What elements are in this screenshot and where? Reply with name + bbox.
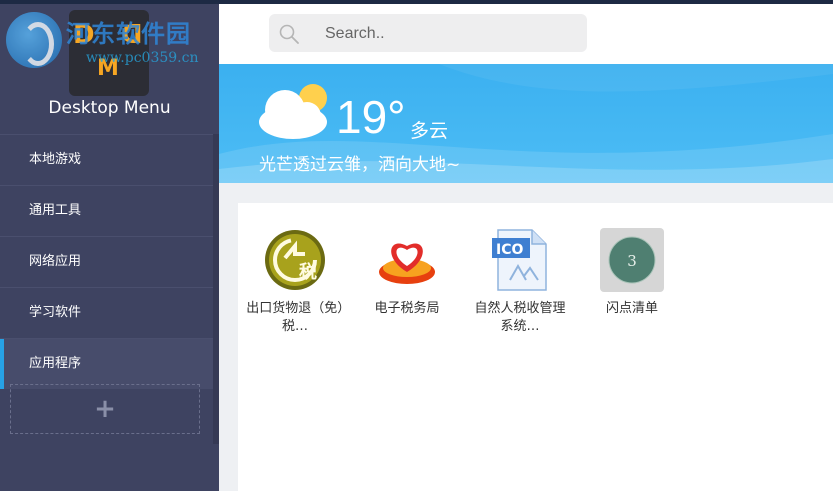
watermark-logo-icon xyxy=(6,12,62,68)
app-tile-export-tax[interactable]: 税 出口货物退（免）税… xyxy=(245,228,345,336)
brand-area: D D M 河东软件园 www.pc0359.cn Desktop Menu xyxy=(0,4,219,134)
sidebar-item-network-apps[interactable]: 网络应用 xyxy=(0,236,213,287)
sidebar-item-general-tools[interactable]: 通用工具 xyxy=(0,185,213,236)
sidebar-item-label: 本地游戏 xyxy=(29,152,82,167)
app-label: 电子税务局 xyxy=(374,301,440,316)
weather-tagline: 光芒透过云雏，洒向大地~ xyxy=(259,155,461,175)
search-icon xyxy=(279,24,299,44)
sidebar-item-label: 网络应用 xyxy=(29,254,82,269)
svg-text:税: 税 xyxy=(299,261,317,283)
export-tax-refund-icon: 税 xyxy=(263,228,327,292)
app-tile-flash-list[interactable]: 3 闪点清单 xyxy=(582,228,682,318)
watermark-url: www.pc0359.cn xyxy=(86,50,199,66)
temperature: 19° xyxy=(336,91,406,143)
watermark-text: 河东软件园 xyxy=(66,19,191,48)
flash-list-icon: 3 xyxy=(600,228,664,292)
app-label: 闪点清单 xyxy=(605,301,658,316)
app-tile-e-tax-bureau[interactable]: 电子税务局 xyxy=(357,228,457,318)
flash-list-icon-text: 3 xyxy=(627,252,637,270)
add-category-button[interactable]: + xyxy=(10,384,200,434)
partly-cloudy-icon xyxy=(259,84,327,139)
app-tile-natural-person-tax[interactable]: ICO 自然人税收管理系统… xyxy=(470,228,570,336)
weather-banner: 19° 多云 光芒透过云雏，洒向大地~ xyxy=(219,64,833,183)
plus-icon: + xyxy=(94,394,116,424)
sidebar-item-label: 通用工具 xyxy=(29,203,82,218)
sidebar-nav: 本地游戏 通用工具 网络应用 学习软件 应用程序 xyxy=(0,134,213,389)
ico-label: ICO xyxy=(496,242,523,258)
weather-condition: 多云 xyxy=(410,120,449,142)
app-title: Desktop Menu xyxy=(48,98,171,118)
sidebar-item-label: 应用程序 xyxy=(29,356,82,371)
e-tax-bureau-icon xyxy=(375,228,439,292)
sidebar-item-applications[interactable]: 应用程序 xyxy=(0,338,213,389)
app-label: 自然人税收管理系统… xyxy=(474,301,566,334)
search-input[interactable] xyxy=(323,14,577,54)
header xyxy=(219,4,833,64)
app-grid: 税 出口货物退（免）税… 电子税务局 ICO 自然人税收管理系统… 3 闪点清单 xyxy=(238,203,833,491)
ico-file-icon: ICO xyxy=(488,228,552,292)
sidebar-item-local-games[interactable]: 本地游戏 xyxy=(0,134,213,185)
search-box[interactable] xyxy=(269,14,587,54)
sidebar-item-label: 学习软件 xyxy=(29,305,82,320)
sidebar-item-learning-software[interactable]: 学习软件 xyxy=(0,287,213,338)
sidebar: D D M 河东软件园 www.pc0359.cn Desktop Menu 本… xyxy=(0,4,219,491)
app-label: 出口货物退（免）税… xyxy=(246,301,344,334)
